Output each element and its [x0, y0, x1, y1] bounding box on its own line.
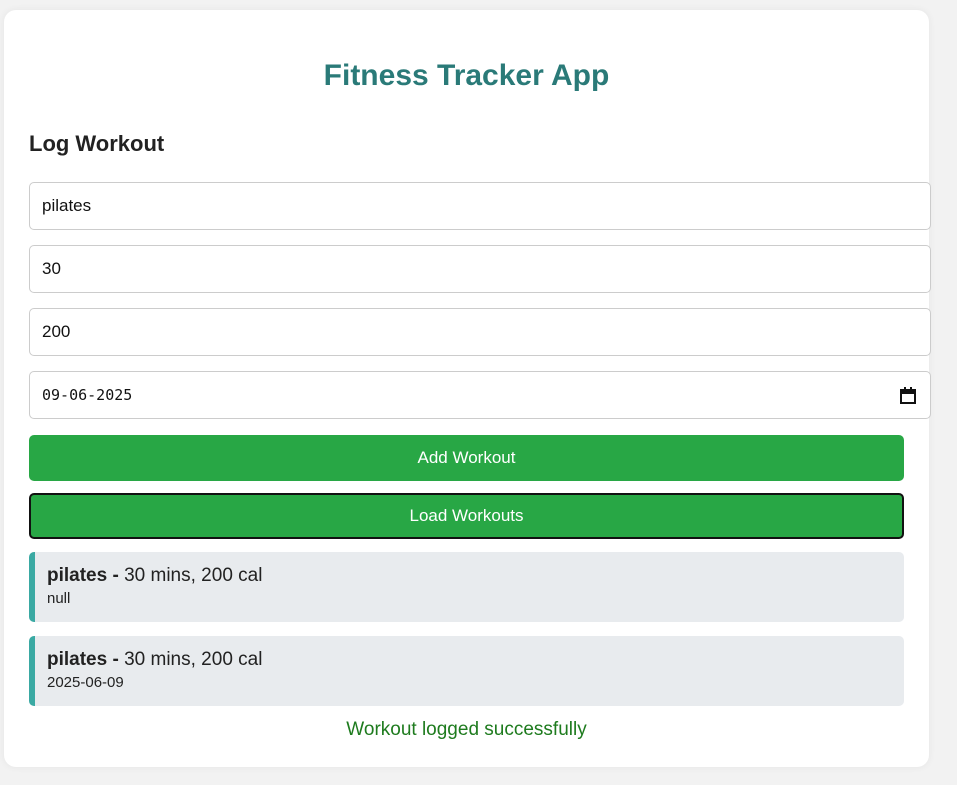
workout-summary: pilates - 30 mins, 200 cal [47, 565, 892, 587]
page-title: Fitness Tracker App [323, 59, 610, 92]
workout-separator: - [107, 565, 125, 586]
workout-item: pilates - 30 mins, 200 cal 2025-06-09 [29, 636, 904, 706]
workout-summary: pilates - 30 mins, 200 cal [47, 649, 892, 671]
log-workout-heading: Log Workout [29, 131, 165, 156]
calendar-icon[interactable] [900, 386, 916, 404]
workout-separator: - [107, 649, 125, 670]
duration-input[interactable] [29, 245, 931, 293]
date-input[interactable]: 09-06-2025 [29, 371, 931, 419]
workout-date: null [47, 590, 71, 607]
workout-name: pilates [47, 649, 108, 670]
workout-name: pilates [47, 565, 108, 586]
status-message: Workout logged successfully [346, 719, 587, 740]
app-card: Fitness Tracker App Log Workout 09-06-20… [4, 10, 931, 767]
calories-input[interactable] [29, 308, 931, 356]
workout-date: 2025-06-09 [47, 674, 124, 691]
date-value: 09-06-2025 [42, 386, 133, 404]
add-workout-button[interactable]: Add Workout [29, 435, 904, 481]
load-workouts-button[interactable]: Load Workouts [29, 493, 904, 539]
workout-details: 30 mins, 200 cal [124, 649, 263, 670]
workout-details: 30 mins, 200 cal [124, 565, 263, 586]
workout-item: pilates - 30 mins, 200 cal null [29, 552, 904, 622]
exercise-input[interactable] [29, 182, 931, 230]
